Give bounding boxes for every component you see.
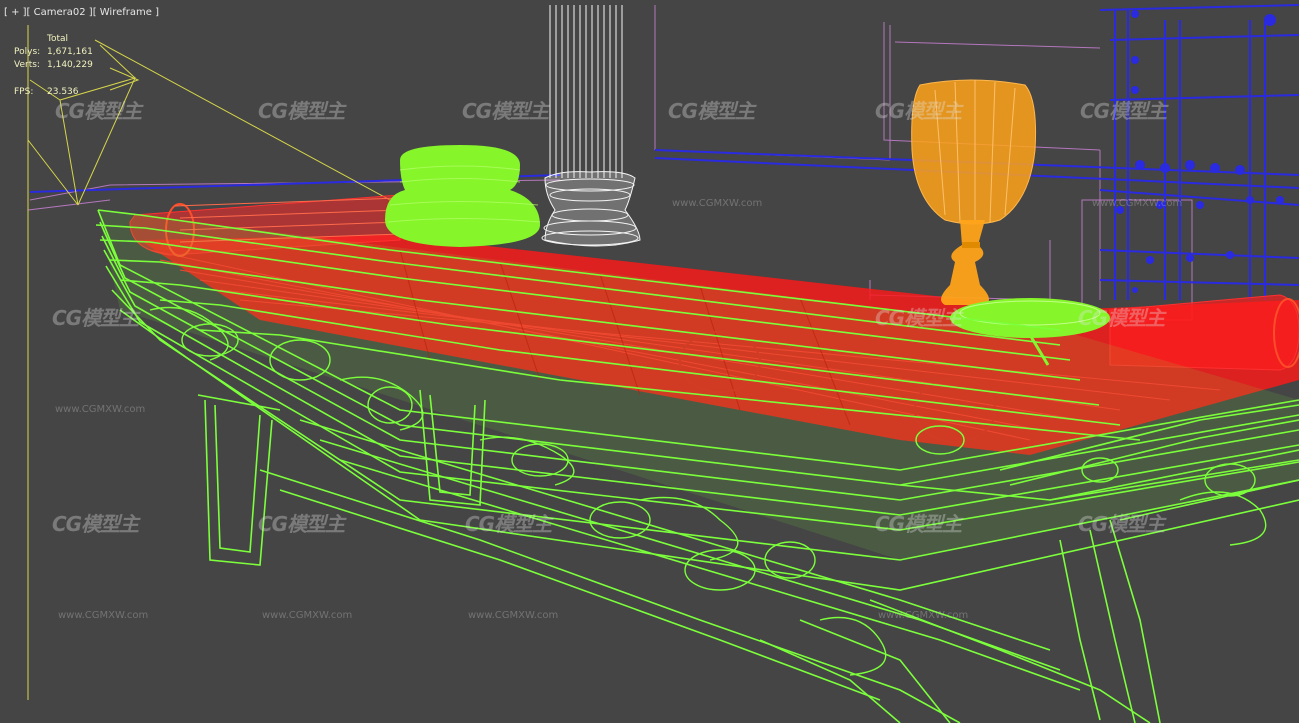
- polys-value: 1,671,161: [47, 47, 93, 57]
- blue-studs: [1116, 10, 1284, 293]
- orange-lamp[interactable]: [911, 79, 1037, 305]
- viewport-label: [ + ][ Camera02 ][ Wireframe ]: [4, 7, 159, 18]
- white-column[interactable]: [541, 5, 641, 247]
- camera-label-button[interactable]: [ Camera02 ]: [27, 7, 93, 18]
- bed-frame-fill: [98, 210, 1299, 560]
- polys-label: Polys:: [14, 47, 41, 57]
- verts-value: 1,140,229: [47, 60, 93, 70]
- verts-label: Verts:: [14, 60, 40, 70]
- fps-label: FPS:: [14, 87, 34, 97]
- shading-mode-button[interactable]: [ Wireframe ]: [93, 7, 159, 18]
- viewport-wireframe[interactable]: [ + ][ Camera02 ][ Wireframe ] Total Pol…: [0, 0, 1299, 723]
- green-pillow[interactable]: [385, 145, 541, 247]
- wireframe-scene[interactable]: [0, 0, 1299, 723]
- stats-header: Total: [47, 34, 69, 44]
- viewport-menu-button[interactable]: [ + ]: [4, 7, 27, 18]
- fps-value: 23.536: [47, 87, 79, 97]
